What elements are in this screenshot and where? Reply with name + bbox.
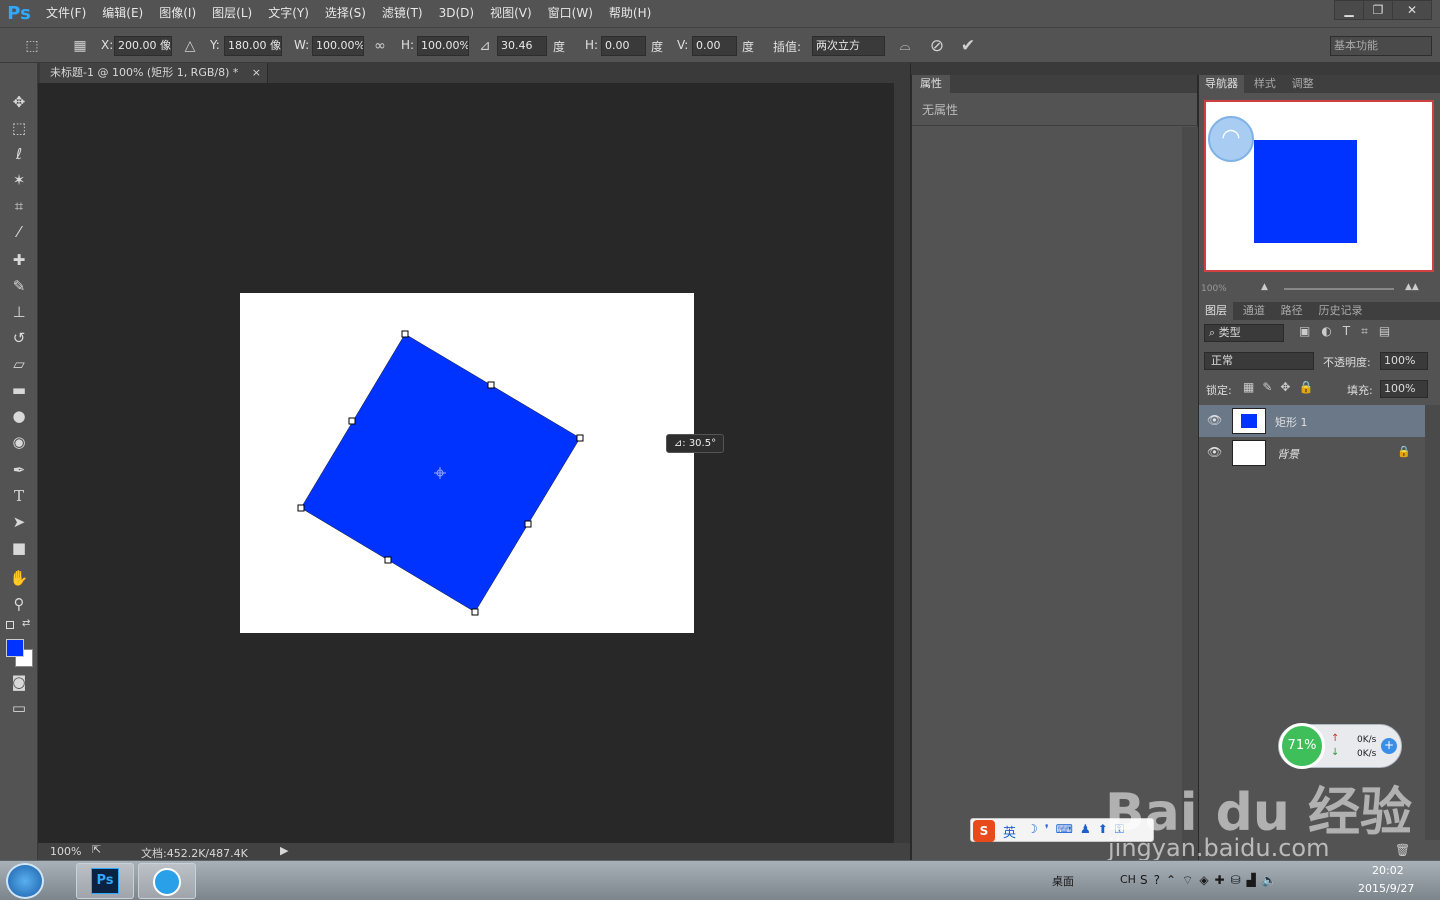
angle-tooltip: ⊿: 30.5°: [666, 434, 724, 453]
browser-icon: [153, 868, 181, 896]
layer-row-rectangle[interactable]: 👁 矩形 1: [1199, 405, 1425, 437]
layer-filter-icons[interactable]: ▣◐T⌗▤: [1299, 324, 1401, 339]
layers-tabbar: 图层 通道 路径 历史记录: [1199, 302, 1440, 320]
opacity-label: 不透明度:: [1323, 356, 1371, 369]
tab-layers[interactable]: 图层: [1199, 302, 1233, 320]
add-icon[interactable]: +: [1381, 738, 1397, 754]
layer-row-background[interactable]: 👁 背景 🔒: [1199, 437, 1425, 469]
windows-taskbar: Ps 桌面 CH S?⌃⌔◈✚⛁▟🔈 20:02 2015/9/27: [0, 860, 1440, 900]
tab-history[interactable]: 历史记录: [1312, 302, 1368, 320]
navigator-thumbnail-shape: [1254, 140, 1357, 243]
lock-icons[interactable]: ▦✎✥🔒: [1243, 380, 1321, 394]
panel-dock-header: [911, 63, 1440, 75]
start-button[interactable]: [6, 863, 44, 899]
thumbnail-shape: [1241, 414, 1257, 428]
properties-tabbar: 属性: [912, 75, 1197, 93]
navigator-zoom[interactable]: 100%: [1201, 284, 1227, 294]
transform-handle: [384, 556, 392, 564]
status-menu-arrow-icon[interactable]: ▶: [280, 844, 288, 857]
download-arrow-icon: ↓: [1331, 747, 1340, 758]
sogou-logo-icon: S: [973, 820, 995, 842]
delete-layer-icon[interactable]: 🗑: [1395, 843, 1410, 857]
tab-paths[interactable]: 路径: [1275, 302, 1309, 320]
fill-field[interactable]: 100%: [1380, 380, 1428, 398]
layer-name[interactable]: 背景: [1277, 446, 1299, 462]
layers-scrollbar[interactable]: [1425, 405, 1440, 840]
memory-percent: 71%: [1279, 723, 1325, 769]
divider: [912, 125, 1198, 126]
upload-arrow-icon: ↑: [1331, 733, 1340, 744]
lock-icon: 🔒: [1397, 445, 1411, 458]
transform-handle: [487, 381, 495, 389]
transform-handle: [348, 417, 356, 425]
desktop-label[interactable]: 桌面: [1052, 873, 1074, 889]
zoom-level[interactable]: 100%: [50, 845, 81, 858]
properties-scrollbar[interactable]: [1182, 127, 1198, 860]
zoom-in-icon[interactable]: ▲▲: [1405, 282, 1419, 292]
no-properties-text: 无属性: [922, 103, 959, 117]
doc-size-info: 文档:452.2K/487.4K: [141, 847, 248, 860]
properties-panel: 属性 无属性: [911, 75, 1198, 860]
visibility-eye-icon[interactable]: 👁: [1207, 445, 1222, 459]
lock-label: 锁定:: [1206, 384, 1232, 397]
fill-label: 填充:: [1347, 384, 1373, 397]
blend-mode-select[interactable]: 正常: [1204, 352, 1314, 370]
taskbar-browser[interactable]: [138, 863, 196, 899]
wifi-overlay-icon: ◠: [1208, 116, 1254, 162]
vertical-scrollbar[interactable]: [894, 83, 910, 843]
photoshop-icon: Ps: [91, 868, 119, 894]
navigator-zoom-slider[interactable]: [1284, 288, 1394, 290]
transform-handle: [471, 608, 479, 616]
download-speed: 0K/s: [1357, 749, 1377, 759]
layer-thumbnail: [1232, 408, 1266, 434]
zoom-out-icon[interactable]: ▲: [1261, 282, 1268, 292]
visibility-eye-icon[interactable]: 👁: [1207, 413, 1222, 427]
network-speed-widget[interactable]: 71% ↑ ↓ 0K/s 0K/s +: [1278, 723, 1402, 769]
tab-styles[interactable]: 样式: [1248, 75, 1282, 93]
layer-thumbnail: [1232, 440, 1266, 466]
transform-handle: [401, 330, 409, 338]
navigator-preview[interactable]: ◠: [1204, 100, 1434, 272]
taskbar-photoshop[interactable]: Ps: [76, 863, 134, 899]
transform-handle: [576, 434, 584, 442]
tab-channels[interactable]: 通道: [1237, 302, 1271, 320]
clock-time[interactable]: 20:02: [1372, 864, 1404, 877]
opacity-field[interactable]: 100%: [1380, 352, 1428, 370]
tray-icons[interactable]: S?⌃⌔◈✚⛁▟🔈: [1140, 873, 1283, 888]
tab-properties[interactable]: 属性: [912, 75, 950, 93]
navigator-tabbar: 导航器 样式 调整: [1199, 75, 1440, 93]
tab-navigator[interactable]: 导航器: [1199, 75, 1244, 93]
input-lang[interactable]: CH: [1120, 873, 1136, 886]
ime-lang[interactable]: 英: [1003, 822, 1016, 841]
upload-speed: 0K/s: [1357, 735, 1377, 745]
layer-filter-select[interactable]: ⌕ 类型: [1204, 324, 1284, 342]
transform-handle: [297, 504, 305, 512]
baidu-watermark-url: jingyan.baidu.com: [1108, 834, 1330, 862]
transform-handle: [524, 520, 532, 528]
layer-filter-label: 类型: [1218, 326, 1241, 339]
clock-date[interactable]: 2015/9/27: [1358, 882, 1414, 895]
layer-name[interactable]: 矩形 1: [1275, 414, 1308, 430]
status-bar: 100% ⇱ 文档:452.2K/487.4K ▶: [38, 843, 910, 860]
export-icon[interactable]: ⇱: [92, 843, 101, 856]
tab-adjustments[interactable]: 调整: [1286, 75, 1320, 93]
